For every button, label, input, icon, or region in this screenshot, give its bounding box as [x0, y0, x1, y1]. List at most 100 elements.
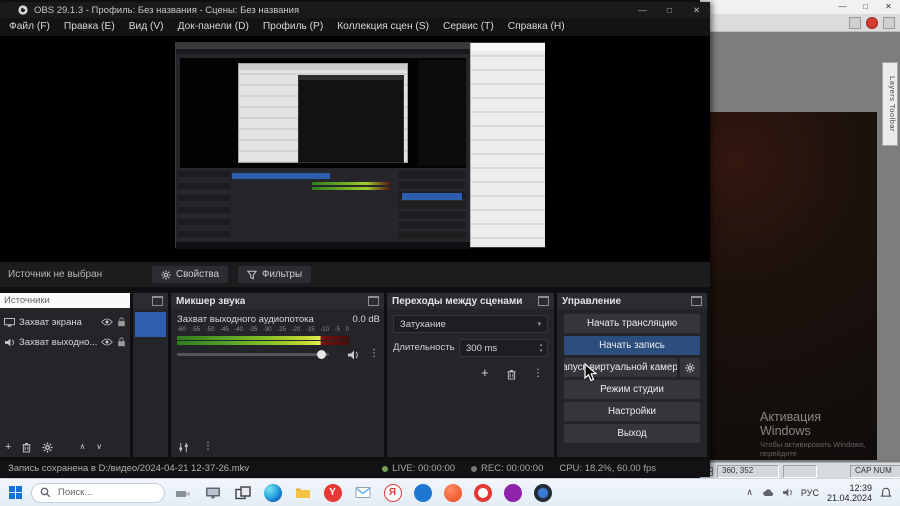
- tray-speaker-icon[interactable]: [782, 488, 793, 497]
- start-button[interactable]: [4, 482, 26, 504]
- volume-slider-handle[interactable]: [317, 350, 326, 359]
- dock-float-icon[interactable]: [368, 296, 379, 306]
- menu-edit[interactable]: Правка (E): [57, 18, 122, 36]
- close-button[interactable]: ✕: [683, 2, 710, 18]
- taskbar-app-display[interactable]: [200, 480, 225, 506]
- eye-icon[interactable]: [101, 318, 113, 326]
- volume-slider[interactable]: [177, 353, 329, 356]
- spin-down-icon[interactable]: ▾: [540, 348, 543, 354]
- toolbar-button-2[interactable]: [883, 16, 895, 29]
- source-row-screen-capture[interactable]: Захват экрана: [0, 312, 130, 332]
- channel-menu-button[interactable]: ⋮: [369, 348, 379, 360]
- taskbar-app-explorer[interactable]: [290, 480, 315, 506]
- controls-dock-header[interactable]: Управление: [557, 293, 707, 309]
- source-row-audio-capture[interactable]: Захват выходно...: [0, 332, 130, 352]
- source-properties-button[interactable]: [42, 441, 53, 453]
- menu-tools[interactable]: Сервис (T): [436, 18, 501, 36]
- menu-profile[interactable]: Профиль (P): [256, 18, 330, 36]
- studio-mode-button[interactable]: Режим студии: [564, 380, 700, 399]
- taskbar-app-dark[interactable]: [530, 480, 555, 506]
- spin-up-icon[interactable]: ▴: [540, 342, 543, 348]
- maximize-button[interactable]: □: [854, 0, 877, 14]
- dock-float-icon[interactable]: [152, 296, 163, 306]
- maximize-button[interactable]: □: [656, 2, 683, 18]
- transitions-dock-header[interactable]: Переходы между сценами: [387, 293, 554, 309]
- taskbar-app-purple[interactable]: [500, 480, 525, 506]
- settings-button[interactable]: Настройки: [564, 402, 700, 421]
- lock-icon[interactable]: [117, 317, 126, 327]
- minimize-button[interactable]: —: [831, 0, 854, 14]
- db-tick: -60: [177, 327, 186, 333]
- system-tray: ∧ РУС 12:39 21.04.2024: [746, 483, 896, 503]
- properties-label: Свойства: [176, 269, 220, 280]
- toolbar-button-1[interactable]: [849, 16, 861, 29]
- menu-file[interactable]: Файл (F): [2, 18, 57, 36]
- start-streaming-button[interactable]: Начать трансляцию: [564, 314, 700, 333]
- lock-icon[interactable]: [117, 337, 126, 347]
- orange-app-icon: [443, 483, 462, 502]
- taskbar-app-yandex-browser[interactable]: Я: [380, 480, 405, 506]
- duration-spinbox[interactable]: 300 ms ▴ ▾: [459, 339, 548, 357]
- taskbar-app-yandex[interactable]: Y: [320, 480, 345, 506]
- record-icon[interactable]: [866, 16, 878, 29]
- selected-scene[interactable]: [135, 312, 166, 337]
- lock-indicators: CAP NUM: [850, 464, 900, 478]
- start-virtual-camera-button[interactable]: Запуск виртуальной камеры: [564, 358, 677, 377]
- clock-time: 12:39: [849, 482, 872, 493]
- shot-dark-window: [418, 60, 466, 166]
- windows-activation-watermark: Активация Windows Чтобы активировать Win…: [760, 410, 875, 462]
- search-input[interactable]: [56, 486, 152, 499]
- taskbar-app-mail[interactable]: [350, 480, 375, 506]
- notifications-bell-icon[interactable]: [880, 487, 892, 499]
- shot-white-window: [470, 43, 545, 247]
- db-tick: -25: [277, 327, 286, 333]
- scenes-dock-header[interactable]: [133, 293, 168, 309]
- menu-view[interactable]: Вид (V): [122, 18, 171, 36]
- move-down-button[interactable]: ∨: [96, 442, 102, 452]
- taskbar-app-drive[interactable]: [170, 480, 195, 506]
- sources-dock-title[interactable]: Источники: [0, 293, 130, 308]
- tray-chevron-icon[interactable]: ∧: [746, 487, 753, 498]
- layers-toolbar-tab[interactable]: Layers Toolbar: [882, 62, 898, 146]
- taskbar-app-orange[interactable]: [440, 480, 465, 506]
- taskbar-clock[interactable]: 12:39 21.04.2024: [827, 483, 872, 503]
- taskbar-task-view[interactable]: [230, 480, 255, 506]
- menu-scene-collection[interactable]: Коллекция сцен (S): [330, 18, 436, 36]
- add-source-button[interactable]: +: [5, 441, 11, 453]
- language-indicator[interactable]: РУС: [801, 488, 819, 498]
- transition-select[interactable]: Затухание ▾: [393, 315, 548, 333]
- watermark-line: Чтобы активировать Windows, перейдите: [760, 440, 866, 458]
- properties-button[interactable]: Свойства: [152, 266, 229, 283]
- live-time: LIVE: 00:00:00: [392, 463, 456, 474]
- transition-menu-button[interactable]: ⋮: [533, 368, 543, 380]
- eye-icon[interactable]: [101, 338, 113, 346]
- spinner-arrows[interactable]: ▴ ▾: [535, 342, 547, 354]
- move-up-button[interactable]: ∧: [79, 442, 85, 452]
- taskbar-app-edge[interactable]: [260, 480, 285, 506]
- mute-speaker-icon[interactable]: [347, 350, 359, 360]
- exit-button[interactable]: Выход: [564, 424, 700, 443]
- cloud-icon[interactable]: [761, 488, 774, 497]
- virtual-camera-config-button[interactable]: [680, 358, 700, 377]
- minimize-button[interactable]: —: [629, 2, 656, 18]
- image-canvas: Активация Windows Чтобы активировать Win…: [706, 112, 877, 462]
- shot-selected-row: [232, 173, 330, 179]
- mixer-dock-header[interactable]: Микшер звука: [171, 293, 384, 309]
- dock-float-icon[interactable]: [691, 296, 702, 306]
- taskbar-search[interactable]: [31, 482, 165, 503]
- edge-icon: [263, 483, 282, 502]
- remove-source-button[interactable]: [22, 442, 31, 453]
- menu-help[interactable]: Справка (H): [501, 18, 572, 36]
- mixer-menu-button[interactable]: ⋮: [203, 441, 213, 453]
- mixer-config-icon[interactable]: [178, 442, 189, 453]
- menu-docks[interactable]: Док-панели (D): [171, 18, 256, 36]
- cursor-coordinates: 360, 352: [717, 464, 779, 478]
- dock-float-icon[interactable]: [538, 296, 549, 306]
- close-button[interactable]: ✕: [877, 0, 900, 14]
- start-recording-button[interactable]: Начать запись: [564, 336, 700, 355]
- add-transition-button[interactable]: +: [481, 366, 489, 379]
- filters-button[interactable]: Фильтры: [238, 266, 311, 283]
- taskbar-app-opera[interactable]: [470, 480, 495, 506]
- remove-transition-button[interactable]: [507, 369, 516, 380]
- taskbar-app-blue[interactable]: [410, 480, 435, 506]
